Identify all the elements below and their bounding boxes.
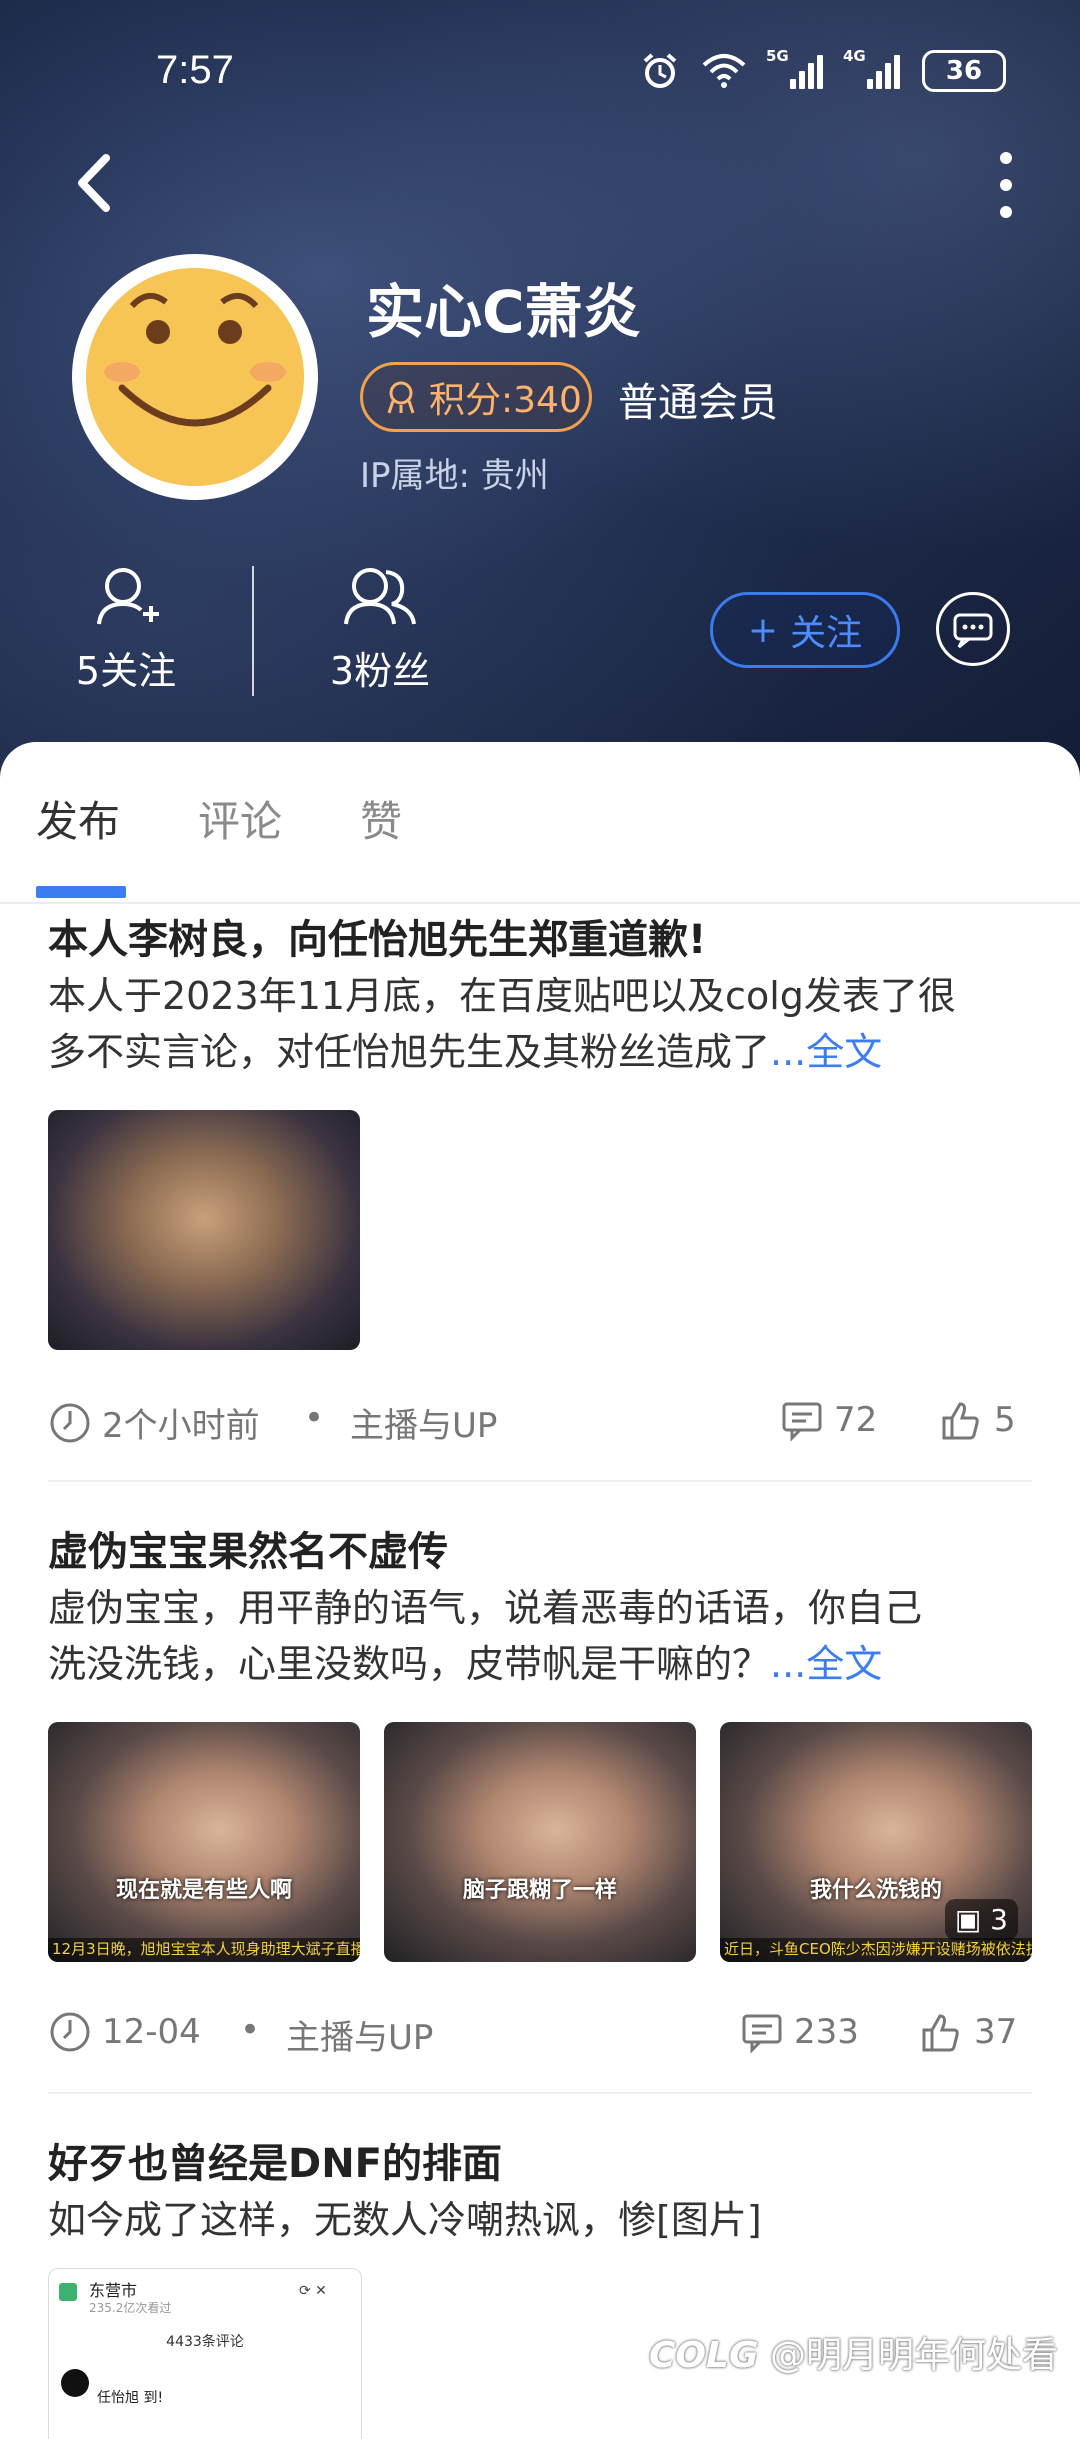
like-count[interactable]: 5 [940,1398,1016,1442]
image-count-badge: ▣ 3 [944,1899,1018,1940]
follow-label: 关注 [790,613,863,654]
post-item[interactable]: 本人李树良，向任怡旭先生郑重道歉! 本人于2023年11月底，在百度贴吧以及co… [48,912,1032,1446]
tab-comments[interactable]: 评论 [198,788,282,849]
alarm-icon [643,53,677,88]
member-level: 普通会员 [618,380,778,426]
avatar [61,2369,89,2397]
plus-icon: + [747,609,779,651]
followers-stat[interactable]: 3粉丝 [290,562,470,695]
watermark: COLG @明月明年何处看 [649,2335,1058,2376]
post-image[interactable] [48,1110,360,1350]
wifi-icon [702,54,746,88]
comment-count[interactable]: 233 [740,2010,859,2054]
back-arrow-icon[interactable] [66,148,126,218]
post-image[interactable]: 东营市 235.2亿次看过 ⟳ ✕ 4433条评论 任怡旭 到! [48,2268,362,2439]
followers-label: 3粉丝 [329,649,431,693]
dot-separator: • [304,1398,325,1438]
colg-logo: COLG [649,2335,759,2376]
post-separator [48,2092,1032,2094]
post-title: 本人李树良，向任怡旭先生郑重道歉! [48,917,707,963]
score-badge[interactable]: 积分:340 [360,362,592,432]
smiley-avatar-icon [86,268,304,486]
post-meta: 2个小时前 • 主播与UP 72 5 [48,1390,1032,1450]
follow-button[interactable]: + 关注 [710,592,900,668]
score-label: 积分:340 [429,380,582,421]
post-meta: 12-04 • 主播与UP 233 37 [48,2002,1032,2062]
tab-bar: 发布 评论 赞 [0,774,1080,904]
signal-5g-icon: 5G [766,47,823,89]
tab-indicator [36,886,126,898]
comment-icon [742,2014,782,2054]
like-count[interactable]: 37 [920,2010,1017,2054]
status-bar: 7:57 5G 4G 36 [0,40,1080,110]
tab-divider [0,902,1080,904]
post-thumbnail[interactable]: 现在就是有些人啊 12月3日晚，旭旭宝宝本人现身助理大斌子直播间 [48,1722,360,1962]
followers-icon [344,568,416,625]
chat-bubble-icon [953,613,993,649]
thumbs-up-icon [942,1402,979,1440]
avatar[interactable] [72,254,318,500]
post-body: 本人于2023年11月底，在百度贴吧以及colg发表了很 多不实言论，对任怡旭先… [48,974,956,1074]
username: 实心C萧炎 [366,278,641,346]
tab-likes[interactable]: 赞 [360,788,402,849]
tab-posts[interactable]: 发布 [36,788,120,849]
read-more-link[interactable]: ...全文 [770,1642,882,1686]
clock-icon [50,2012,90,2052]
post-separator [48,1480,1032,1482]
rank-medal-icon [387,381,415,414]
status-icons: 5G 4G 36 [640,47,1006,92]
dot-separator: • [240,2010,261,2050]
top-nav [0,140,1080,230]
signal-4g-icon: 4G [843,47,900,89]
location-icon [59,2283,77,2301]
content-sheet: 发布 评论 赞 本人李树良，向任怡旭先生郑重道歉! 本人于2023年11月底，在… [0,742,1080,2439]
post-body: 如今成了这样，无数人冷嘲热讽，惨[图片] [48,2198,762,2242]
post-time: 12-04 [102,2012,201,2052]
post-item[interactable]: 虚伪宝宝果然名不虚传 虚伪宝宝，用平静的语气，说着恶毒的话语，你自己 洗没洗钱，… [48,1524,1032,2058]
post-time: 2个小时前 [102,1406,260,1446]
post-title: 好歹也曾经是DNF的排面 [48,2141,503,2187]
more-options-icon[interactable] [976,140,1036,230]
post-title: 虚伪宝宝果然名不虚传 [48,1529,448,1575]
post-thumbnail[interactable]: 我什么洗钱的 近日，斗鱼CEO陈少杰因涉嫌开设赌场被依法执行逮捕，成为热议 ▣ … [720,1722,1032,1962]
stat-divider [252,566,254,696]
following-stat[interactable]: 5关注 [36,562,216,695]
comment-icon [782,1402,822,1442]
status-time: 7:57 [156,48,234,92]
ip-location: IP属地: 贵州 [360,456,549,496]
post-item[interactable]: 好歹也曾经是DNF的排面 如今成了这样，无数人冷嘲热讽，惨[图片] 东营市 23… [48,2136,1032,2439]
thumbs-up-icon [922,2014,959,2052]
post-body: 虚伪宝宝，用平静的语气，说着恶毒的话语，你自己 洗没洗钱，心里没数吗，皮带帆是干… [48,1586,923,1686]
comment-count[interactable]: 72 [780,1398,877,1442]
post-category[interactable]: 主播与UP [350,1398,497,1447]
clock-icon [50,1403,90,1442]
following-label: 5关注 [75,649,177,693]
following-icon [97,568,159,625]
profile-header: 7:57 5G 4G 36 实心C萧炎 积分:340 普通会员 IP属地: 贵州 [0,0,1080,780]
battery-icon: 36 [922,50,1006,92]
post-category[interactable]: 主播与UP [286,2010,433,2059]
message-button[interactable] [936,592,1010,666]
post-thumbnail[interactable]: 脑子跟糊了一样 [384,1722,696,1962]
read-more-link[interactable]: ...全文 [770,1030,882,1074]
